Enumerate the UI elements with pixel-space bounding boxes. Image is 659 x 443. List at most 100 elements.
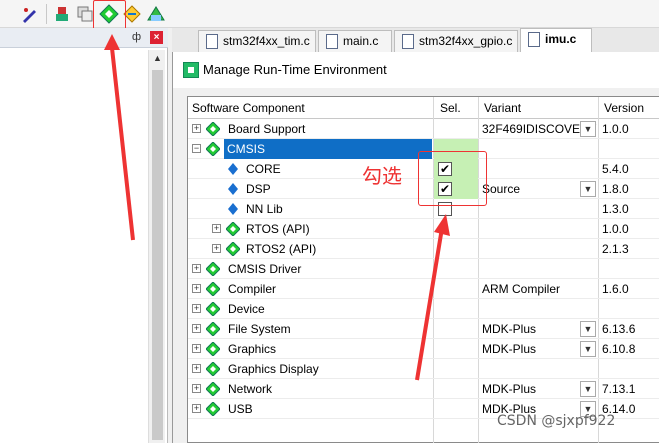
select-packs-icon[interactable] (146, 4, 166, 24)
component-name: Device (228, 302, 265, 316)
component-diamond-icon (228, 203, 238, 215)
variant-value: MDK-Plus (482, 322, 537, 336)
version-value: 2.1.3 (602, 242, 629, 256)
editor-tabs: stm32f4xx_tim.c main.c stm32f4xx_gpio.c … (172, 28, 659, 52)
component-row[interactable]: + Board Support 32F469IDISCOVERY ▼ 1.0.0 (188, 119, 659, 139)
component-row[interactable]: + Compiler ARM Compiler 1.6.0 (188, 279, 659, 299)
variant-value: MDK-Plus (482, 342, 537, 356)
vertical-scrollbar[interactable]: ▲ (148, 50, 165, 443)
collapse-icon[interactable]: − (192, 144, 201, 153)
rte-icon (183, 62, 199, 78)
file-icon (402, 34, 414, 49)
version-value: 6.10.8 (602, 342, 636, 356)
chevron-down-icon[interactable]: ▼ (580, 341, 596, 357)
expand-icon[interactable]: + (192, 404, 201, 413)
tab-label: stm32f4xx_gpio.c (419, 34, 513, 48)
chevron-down-icon[interactable]: ▼ (580, 321, 596, 337)
pen-icon[interactable] (20, 4, 40, 24)
expand-icon[interactable]: + (212, 244, 221, 253)
toolbar (0, 0, 659, 33)
build-icon[interactable] (52, 4, 72, 24)
component-gem-icon (206, 302, 220, 316)
scroll-up-icon[interactable]: ▲ (149, 50, 166, 67)
component-name: RTOS2 (API) (246, 242, 317, 256)
expand-icon[interactable]: + (192, 304, 201, 313)
watermark: CSDN @sjxpf922 (497, 413, 616, 429)
component-gem-icon (206, 122, 220, 136)
component-gem-icon (206, 282, 220, 296)
project-panel: ф × ▲ (0, 28, 168, 443)
component-gem-icon (206, 262, 220, 276)
variant-value: Source (482, 182, 521, 196)
component-name: Compiler (228, 282, 277, 296)
expand-icon[interactable]: + (192, 124, 201, 133)
tab-label: stm32f4xx_tim.c (223, 34, 310, 48)
component-name: CORE (246, 162, 281, 176)
component-gem-icon (206, 322, 220, 336)
grid-header: Software Component Sel. Variant Version (188, 97, 659, 119)
annotation-label: 勾选 (362, 164, 402, 188)
tab-main[interactable]: main.c (318, 30, 392, 52)
component-row[interactable]: + RTOS (API) 1.0.0 (188, 219, 659, 239)
tab-imu[interactable]: imu.c (520, 28, 592, 52)
expand-icon[interactable]: + (192, 364, 201, 373)
chevron-down-icon[interactable]: ▼ (580, 381, 596, 397)
annotation-box (418, 151, 487, 206)
component-gem-icon (206, 382, 220, 396)
version-value: 5.4.0 (602, 162, 629, 176)
header-variant[interactable]: Variant (484, 101, 521, 115)
variant-value: MDK-Plus (482, 382, 537, 396)
tab-stm32f4xx-tim[interactable]: stm32f4xx_tim.c (198, 30, 316, 52)
version-value: 1.8.0 (602, 182, 629, 196)
expand-icon[interactable]: + (212, 224, 221, 233)
chevron-down-icon[interactable]: ▼ (580, 121, 596, 137)
close-panel-icon[interactable]: × (150, 31, 163, 44)
component-row[interactable]: + File System MDK-Plus ▼ 6.13.6 (188, 319, 659, 339)
project-panel-title: ф × (0, 28, 168, 48)
component-name: DSP (246, 182, 271, 196)
toolbar-separator (46, 4, 47, 24)
expand-icon[interactable]: + (192, 324, 201, 333)
component-row[interactable]: + Graphics Display (188, 359, 659, 379)
header-sel[interactable]: Sel. (440, 101, 461, 115)
component-gem-icon (206, 402, 220, 416)
expand-icon[interactable]: + (192, 264, 201, 273)
component-name: USB (228, 402, 253, 416)
header-version[interactable]: Version (604, 101, 644, 115)
component-name: Network (228, 382, 273, 396)
component-row[interactable]: + RTOS2 (API) 2.1.3 (188, 239, 659, 259)
component-row[interactable]: + Network MDK-Plus ▼ 7.13.1 (188, 379, 659, 399)
component-name: CMSIS (224, 139, 432, 159)
component-diamond-icon (228, 163, 238, 175)
tab-label: main.c (343, 34, 379, 48)
component-name: CMSIS Driver (228, 262, 302, 276)
chevron-down-icon[interactable]: ▼ (580, 181, 596, 197)
file-icon (206, 34, 218, 49)
variant-value: ARM Compiler (482, 282, 561, 296)
version-value: 1.3.0 (602, 202, 629, 216)
component-row[interactable]: + Device (188, 299, 659, 319)
file-icon (528, 32, 540, 47)
expand-icon[interactable]: + (192, 284, 201, 293)
header-component[interactable]: Software Component (192, 101, 305, 115)
component-name: File System (228, 322, 291, 336)
file-icon (326, 34, 338, 49)
component-diamond-icon (228, 183, 238, 195)
component-gem-icon (226, 242, 240, 256)
expand-icon[interactable]: + (192, 384, 201, 393)
copy-icon[interactable] (75, 4, 95, 24)
dialog-title-bar: Manage Run-Time Environment (173, 52, 659, 88)
component-gem-icon (206, 142, 220, 156)
version-value: 1.0.0 (602, 122, 629, 136)
tab-stm32f4xx-gpio[interactable]: stm32f4xx_gpio.c (394, 30, 518, 52)
component-gem-icon (206, 362, 220, 376)
component-gem-icon (226, 222, 240, 236)
version-value: 7.13.1 (602, 382, 636, 396)
pin-icon[interactable]: ф (132, 31, 141, 43)
version-value: 1.0.0 (602, 222, 629, 236)
scroll-thumb[interactable] (152, 70, 163, 440)
component-row[interactable]: + Graphics MDK-Plus ▼ 6.10.8 (188, 339, 659, 359)
expand-icon[interactable]: + (192, 344, 201, 353)
version-value: 1.6.0 (602, 282, 629, 296)
component-row[interactable]: + CMSIS Driver (188, 259, 659, 279)
